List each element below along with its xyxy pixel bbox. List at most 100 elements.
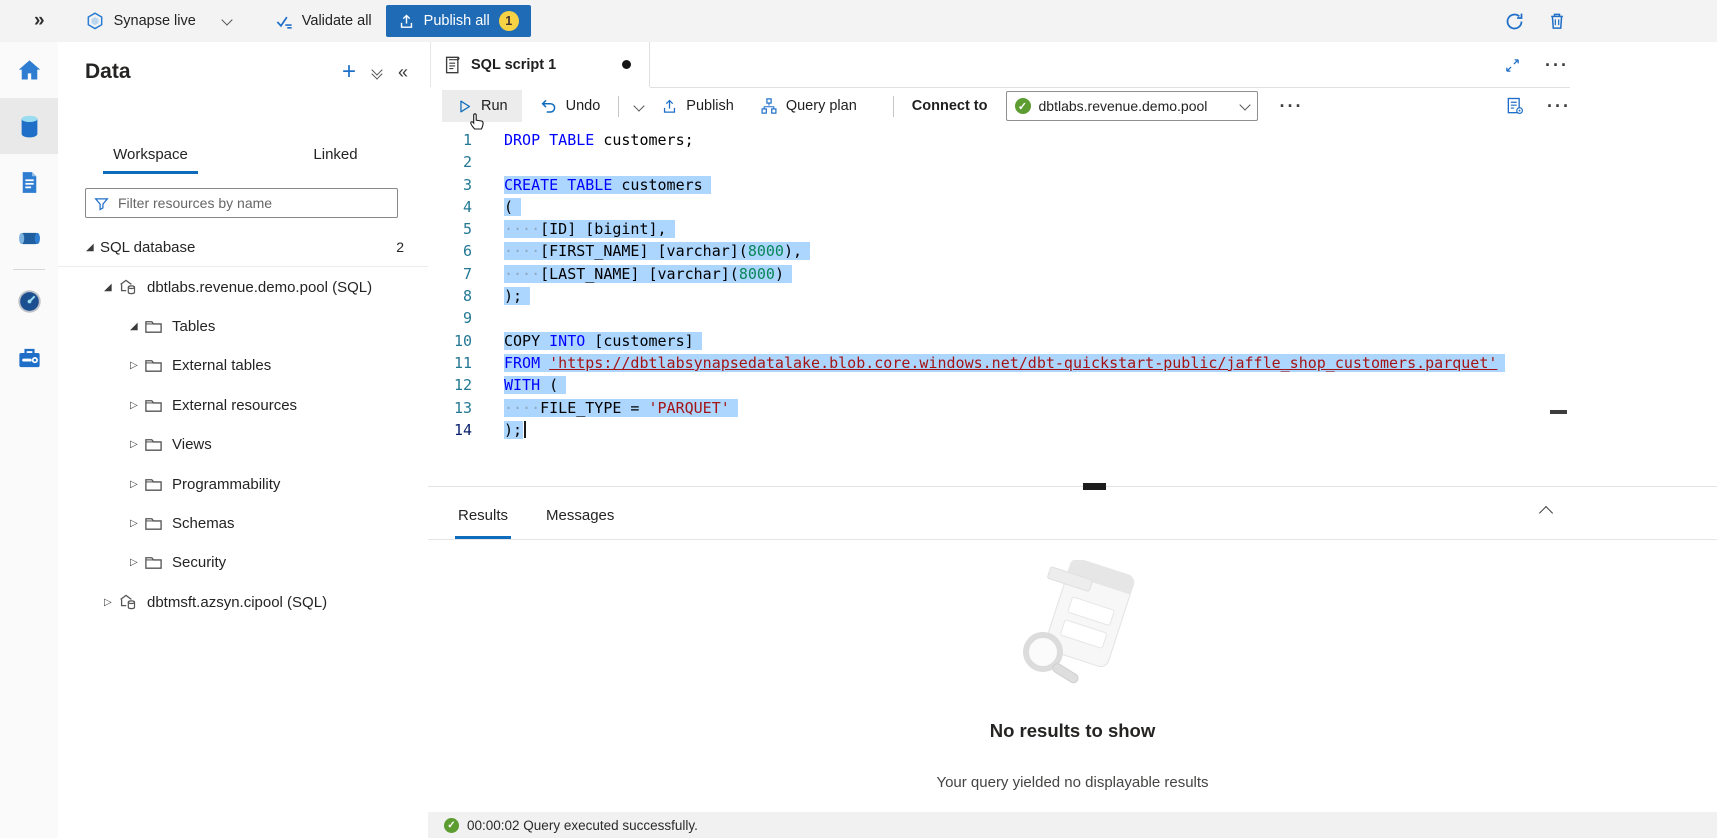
sqlpool-icon [118,277,138,297]
validate-all-button[interactable]: Validate all [275,12,372,31]
tree-item-label: Schemas [172,515,235,532]
properties-icon[interactable] [1505,96,1525,116]
nav-home-button[interactable] [0,42,58,98]
line-number: 6 [428,240,472,262]
collapsed-triangle-icon[interactable]: ▷ [130,557,144,568]
line-number: 11 [428,352,472,374]
code-line-2[interactable]: 2 [428,151,1717,173]
folder-icon [144,317,163,336]
code-line-12[interactable]: 12WITH ( [428,374,1717,396]
code-line-6[interactable]: 6····[FIRST_NAME] [varchar](8000), [428,240,1717,262]
code-line-9[interactable]: 9 [428,307,1717,329]
collapsed-triangle-icon[interactable]: ▷ [130,518,144,529]
toolbar-divider [893,96,894,117]
collapsed-triangle-icon[interactable]: ▷ [130,479,144,490]
nav-manage-button[interactable] [0,329,58,385]
editor-more-actions-icon[interactable]: ··· [1547,101,1571,111]
query-plan-icon [760,97,778,115]
tab-messages[interactable]: Messages [543,507,617,539]
collapse-all-icon[interactable] [373,66,381,78]
tree-item-label: SQL database [100,239,195,256]
script-toolbar: Run Undo Publish Query plan [428,88,1717,124]
query-plan-button[interactable]: Query plan [750,90,867,122]
empty-results-title: No results to show [428,720,1717,742]
tree-item-external-resources[interactable]: ▷ External resources [58,386,428,425]
mouse-cursor [466,108,488,132]
code-line-4[interactable]: 4( [428,196,1717,218]
sql-script-icon [443,55,461,75]
tree-item-sql-database[interactable]: ◢SQL database2 [58,228,428,267]
tree-item-programmability[interactable]: ▷Programmability [58,464,428,503]
expand-editor-icon[interactable] [1504,57,1521,74]
publish-all-button[interactable]: Publish all 1 [386,5,531,37]
refresh-icon[interactable] [1504,11,1525,32]
code-line-10[interactable]: 10COPY INTO [customers] [428,330,1717,352]
tab-workspace[interactable]: Workspace [58,140,243,175]
line-number: 4 [428,196,472,218]
tab-results[interactable]: Results [455,507,511,539]
expand-nav-icon[interactable]: » [34,10,45,32]
collapsed-triangle-icon[interactable]: ▷ [130,360,144,371]
code-line-3[interactable]: 3CREATE TABLE customers [428,174,1717,196]
tree-item-label: Security [172,554,226,571]
add-resource-icon[interactable]: + [342,62,356,82]
code-line-11[interactable]: 11FROM 'https://dbtlabsynapsedatalake.bl… [428,352,1717,374]
nav-data-button[interactable] [0,98,58,154]
line-number: 12 [428,374,472,396]
tree-item-label: Views [172,436,212,453]
collapsed-triangle-icon[interactable]: ▷ [130,439,144,450]
undo-button[interactable]: Undo [530,90,611,122]
nav-monitor-button[interactable] [0,273,58,329]
query-status-text: 00:00:02 Query executed successfully. [467,818,698,833]
code-editor[interactable]: 1DROP TABLE customers;23CREATE TABLE cus… [428,124,1717,486]
code-line-5[interactable]: 5····[ID] [bigint], [428,218,1717,240]
query-status-bar: ✓ 00:00:02 Query executed successfully. [428,812,1717,838]
tab-sql-script-1[interactable]: SQL script 1 [430,42,650,87]
pool-online-icon: ✓ [1015,98,1031,114]
upload-icon [398,13,415,30]
tab-linked[interactable]: Linked [243,140,428,175]
tree-item-security[interactable]: ▷ Security [58,543,428,582]
code-line-8[interactable]: 8); [428,285,1717,307]
publish-upload-icon [661,98,678,115]
collapsed-triangle-icon[interactable]: ▷ [104,597,118,608]
undo-label: Undo [566,98,601,114]
expanded-triangle-icon[interactable]: ◢ [86,242,100,253]
filter-funnel-icon [94,196,109,211]
tree-item-dbtlabs-revenue-demo-pool-sql[interactable]: ◢dbtlabs.revenue.demo.pool (SQL) [58,267,428,306]
expanded-triangle-icon[interactable]: ◢ [130,321,144,332]
more-run-options-icon[interactable] [634,100,645,111]
pool-selector-dropdown[interactable]: ✓ dbtlabs.revenue.demo.pool [1006,91,1258,121]
code-line-13[interactable]: 13····FILE_TYPE = 'PARQUET' [428,397,1717,419]
publish-count-badge: 1 [499,11,519,31]
tree-item-tables[interactable]: ◢Tables [58,307,428,346]
toolbar-more-icon[interactable]: ··· [1280,101,1304,111]
gauge-icon [16,288,43,315]
connect-to-label: Connect to [912,98,988,114]
synapse-hexagon-icon [85,11,105,31]
tab-more-actions-icon[interactable]: ··· [1545,60,1569,70]
nav-integrate-button[interactable] [0,210,58,266]
publish-button[interactable]: Publish [651,90,744,122]
tree-item-label: External resources [172,397,297,414]
doc-tab-title: SQL script 1 [471,57,556,73]
line-number: 13 [428,397,472,419]
validate-all-label: Validate all [302,13,372,29]
filter-resources-input[interactable] [116,194,389,212]
tree-item-dbtmsft-azsyn-cipool-sql[interactable]: ▷dbtmsft.azsyn.cipool (SQL) [58,583,428,622]
collapse-results-icon[interactable] [1541,504,1551,523]
discard-trash-icon[interactable] [1547,11,1567,31]
code-line-7[interactable]: 7····[LAST_NAME] [varchar](8000) [428,263,1717,285]
collapsed-triangle-icon[interactable]: ▷ [130,400,144,411]
toolbar-divider [618,96,619,117]
tree-item-external-tables[interactable]: ▷External tables [58,346,428,385]
publish-label: Publish [686,98,734,114]
tree-item-views[interactable]: ▷ Views [58,425,428,464]
expanded-triangle-icon[interactable]: ◢ [104,282,118,293]
code-line-14[interactable]: 14); [428,419,1717,441]
code-line-1[interactable]: 1DROP TABLE customers; [428,129,1717,151]
mode-selector[interactable]: Synapse live [85,11,231,31]
tree-item-schemas[interactable]: ▷ Schemas [58,504,428,543]
nav-develop-button[interactable] [0,154,58,210]
collapse-panel-icon[interactable]: « [398,62,408,83]
